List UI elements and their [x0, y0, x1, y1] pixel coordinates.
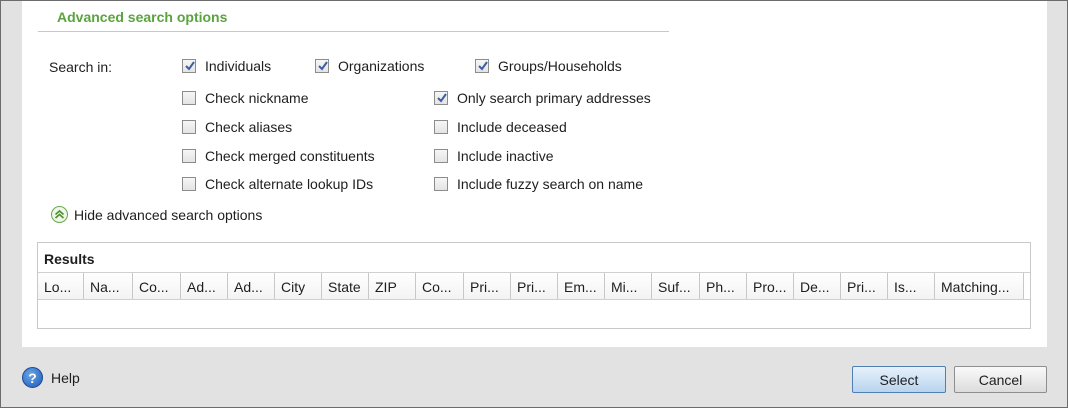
include-fuzzy-search-label: Include fuzzy search on name: [457, 176, 643, 192]
check-merged-constituents-checkbox[interactable]: Check merged constituents: [182, 148, 375, 164]
column-header[interactable]: Pri...: [841, 273, 888, 299]
organizations-label: Organizations: [338, 58, 425, 74]
column-header[interactable]: Is...: [888, 273, 935, 299]
column-header[interactable]: Ph...: [700, 273, 747, 299]
checkbox-box[interactable]: [182, 177, 196, 191]
column-header[interactable]: Na...: [84, 273, 133, 299]
groups-households-checkbox[interactable]: Groups/Households: [475, 58, 622, 74]
check-aliases-label: Check aliases: [205, 119, 293, 135]
column-header[interactable]: Pro...: [747, 273, 794, 299]
include-inactive-label: Include inactive: [457, 148, 554, 164]
hide-advanced-options-link[interactable]: Hide advanced search options: [51, 206, 262, 223]
include-inactive-checkbox[interactable]: Include inactive: [434, 148, 554, 164]
checkbox-box[interactable]: [434, 91, 448, 105]
include-deceased-label: Include deceased: [457, 119, 567, 135]
check-nickname-checkbox[interactable]: Check nickname: [182, 90, 309, 106]
column-header[interactable]: Ad...: [181, 273, 228, 299]
results-header-row: Lo... Na... Co... Ad... Ad... City State…: [38, 272, 1030, 300]
column-header[interactable]: De...: [794, 273, 841, 299]
column-header[interactable]: Lo...: [38, 273, 84, 299]
results-grid: Results Lo... Na... Co... Ad... Ad... Ci…: [37, 242, 1031, 329]
checkbox-box[interactable]: [434, 149, 448, 163]
check-merged-constituents-label: Check merged constituents: [205, 148, 375, 164]
only-primary-addresses-checkbox[interactable]: Only search primary addresses: [434, 90, 651, 106]
search-in-label: Search in:: [49, 59, 113, 75]
results-title: Results: [44, 251, 95, 267]
help-label[interactable]: Help: [51, 370, 80, 386]
help-link[interactable]: ? Help: [22, 367, 80, 388]
question-icon[interactable]: ?: [22, 367, 43, 388]
organizations-checkbox[interactable]: Organizations: [315, 58, 424, 74]
check-alternate-lookup-ids-checkbox[interactable]: Check alternate lookup IDs: [182, 176, 373, 192]
column-header[interactable]: Ad...: [228, 273, 275, 299]
individuals-checkbox[interactable]: Individuals: [182, 58, 271, 74]
groups-households-label: Groups/Households: [498, 58, 622, 74]
check-alternate-lookup-ids-label: Check alternate lookup IDs: [205, 176, 374, 192]
checkbox-box[interactable]: [475, 59, 489, 73]
checkbox-box[interactable]: [182, 91, 196, 105]
checkbox-box[interactable]: [315, 59, 329, 73]
checkbox-box[interactable]: [434, 120, 448, 134]
section-title: Advanced search options: [57, 9, 228, 25]
only-primary-addresses-label: Only search primary addresses: [457, 90, 651, 106]
check-aliases-checkbox[interactable]: Check aliases: [182, 119, 292, 135]
check-nickname-label: Check nickname: [205, 90, 309, 106]
column-header[interactable]: Matching...: [935, 273, 1024, 299]
checkbox-box[interactable]: [182, 120, 196, 134]
column-header[interactable]: ZIP: [369, 273, 416, 299]
column-header[interactable]: City: [275, 273, 322, 299]
column-header[interactable]: Pri...: [511, 273, 558, 299]
column-header[interactable]: Em...: [558, 273, 605, 299]
individuals-label: Individuals: [205, 58, 272, 74]
checkbox-box[interactable]: [182, 59, 196, 73]
column-header[interactable]: Mi...: [605, 273, 652, 299]
cancel-button[interactable]: Cancel: [954, 366, 1047, 393]
section-divider: [38, 31, 669, 32]
checkbox-box[interactable]: [434, 177, 448, 191]
column-header[interactable]: Pri...: [464, 273, 511, 299]
include-fuzzy-search-checkbox[interactable]: Include fuzzy search on name: [434, 176, 643, 192]
column-header[interactable]: State: [322, 273, 369, 299]
select-button[interactable]: Select: [852, 366, 946, 393]
checkbox-box[interactable]: [182, 149, 196, 163]
column-header[interactable]: Co...: [133, 273, 181, 299]
column-header[interactable]: Co...: [416, 273, 464, 299]
hide-advanced-options-label[interactable]: Hide advanced search options: [74, 207, 262, 223]
include-deceased-checkbox[interactable]: Include deceased: [434, 119, 567, 135]
column-header[interactable]: Suf...: [652, 273, 700, 299]
chevron-double-up-icon[interactable]: [51, 206, 68, 223]
